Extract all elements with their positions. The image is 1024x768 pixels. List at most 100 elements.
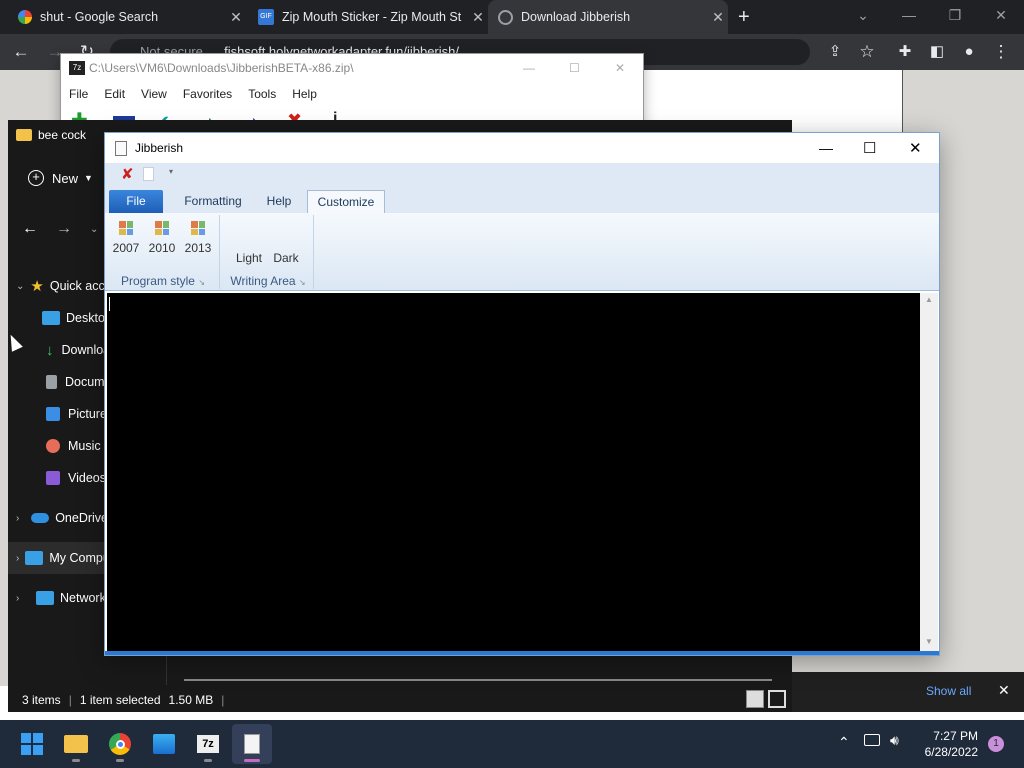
menu-file[interactable]: File <box>69 87 88 101</box>
tab-help[interactable]: Help <box>257 190 301 213</box>
style-2010-button[interactable]: 2010 <box>147 221 177 255</box>
new-label: New <box>52 170 79 186</box>
maximize-icon[interactable]: ☐ <box>569 61 580 75</box>
forward-icon[interactable]: → <box>56 220 72 238</box>
taskbar-jibberish[interactable] <box>232 724 272 764</box>
menu-help[interactable]: Help <box>292 87 317 101</box>
desktop-icon <box>42 311 60 325</box>
close-icon[interactable]: ✕ <box>998 682 1010 699</box>
nav-onedrive[interactable]: › OneDrive <box>8 502 108 534</box>
nav-label: My Computer <box>49 551 108 565</box>
button-label: Dark <box>273 251 299 265</box>
gif-icon: GIF <box>258 9 274 25</box>
scroll-up-icon[interactable]: ▲ <box>925 295 933 304</box>
customize-qat-icon[interactable]: ▾ <box>169 167 173 176</box>
jibberish-window: Jibberish — ☐ ✕ ✘ ▾ File Formatting Help… <box>104 132 940 656</box>
running-indicator <box>244 759 260 762</box>
tiles-view-icon[interactable] <box>768 690 786 708</box>
extensions-icon[interactable]: ✚ <box>890 34 920 70</box>
browser-tab-google[interactable]: shut - Google Search ✕ <box>0 0 246 34</box>
horizontal-scrollbar[interactable] <box>184 679 772 681</box>
explorer-title: bee cock <box>38 128 87 142</box>
taskbar-7zip[interactable]: 7z <box>188 724 228 764</box>
details-view-icon[interactable] <box>746 690 764 708</box>
close-icon[interactable]: ✕ <box>615 61 625 75</box>
chevron-down-icon: ⌄ <box>16 280 25 292</box>
light-button[interactable]: Light <box>231 251 267 265</box>
nav-label: OneDrive <box>55 511 108 525</box>
sevenzip-menubar: File Edit View Favorites Tools Help <box>61 82 643 106</box>
dark-button[interactable]: Dark <box>269 251 303 265</box>
tab-customize[interactable]: Customize <box>307 190 385 213</box>
show-all-link[interactable]: Show all <box>926 684 971 698</box>
menu-edit[interactable]: Edit <box>104 87 125 101</box>
notification-badge[interactable]: 1 <box>988 736 1004 752</box>
clock-date: 6/28/2022 <box>924 745 978 759</box>
nav-my-computer[interactable]: › My Computer <box>8 542 108 574</box>
photos-icon <box>153 734 175 754</box>
vertical-scrollbar[interactable]: ▲ ▼ <box>920 293 938 651</box>
close-icon[interactable]: ✕ <box>909 139 922 157</box>
back-icon[interactable]: ← <box>6 34 36 70</box>
start-button[interactable] <box>12 724 52 764</box>
menu-icon[interactable]: ⋮ <box>986 34 1016 70</box>
style-2007-button[interactable]: 2007 <box>111 221 141 255</box>
jibberish-app-icon <box>244 734 260 754</box>
folder-icon <box>64 735 88 753</box>
group-label-text: Program style <box>120 274 195 288</box>
menu-tools[interactable]: Tools <box>248 87 276 101</box>
back-icon[interactable]: ← <box>22 220 38 238</box>
nav-network[interactable]: › Network <box>8 582 108 614</box>
profile-icon[interactable]: ● <box>954 34 984 70</box>
network-tray-icon[interactable] <box>864 734 880 746</box>
new-tab-button[interactable]: + <box>732 0 762 34</box>
taskbar-photos[interactable] <box>144 724 184 764</box>
recent-locations-icon[interactable]: ⌄ <box>90 224 98 235</box>
browser-tab-zip-mouth[interactable]: GIF Zip Mouth Sticker - Zip Mouth St ✕ <box>248 0 488 34</box>
close-tab-icon[interactable]: ✕ <box>468 9 488 26</box>
minimize-icon[interactable]: — <box>819 140 833 156</box>
scroll-down-icon[interactable]: ▼ <box>925 637 933 646</box>
close-tab-icon[interactable]: ✕ <box>708 9 728 26</box>
window-bottom-accent <box>105 651 939 655</box>
taskbar-chrome[interactable] <box>100 724 140 764</box>
writing-area-group-label: Writing Area ↘ <box>223 273 313 289</box>
close-tab-icon[interactable]: ✕ <box>226 9 246 26</box>
sevenzip-icon: 7z <box>197 735 219 753</box>
new-document-icon[interactable] <box>143 167 154 181</box>
windows-logo-icon <box>21 733 43 755</box>
writing-area[interactable] <box>107 293 920 651</box>
dialog-launcher-icon[interactable]: ↘ <box>299 278 306 287</box>
download-icon: ↓ <box>46 341 54 359</box>
restore-icon[interactable]: ❐ <box>932 0 978 32</box>
side-panel-icon[interactable]: ◧ <box>922 34 952 70</box>
network-icon <box>36 591 54 605</box>
tab-search-icon[interactable]: ⌄ <box>840 0 886 32</box>
close-icon[interactable]: ✕ <box>978 0 1024 32</box>
button-label: 2013 <box>184 241 212 255</box>
document-icon <box>46 375 57 389</box>
bookmark-star-icon[interactable]: ☆ <box>852 34 882 70</box>
tab-title: shut - Google Search <box>40 10 159 24</box>
taskbar-file-explorer[interactable] <box>56 724 96 764</box>
minimize-icon[interactable]: — <box>523 61 535 75</box>
show-hidden-icons-chevron-up-icon[interactable]: ⌃ <box>838 734 850 751</box>
menu-favorites[interactable]: Favorites <box>183 87 232 101</box>
globe-icon <box>498 9 513 25</box>
close-document-icon[interactable]: ✘ <box>121 165 134 183</box>
minimize-icon[interactable]: — <box>886 0 932 32</box>
dialog-launcher-icon[interactable]: ↘ <box>198 278 205 287</box>
share-icon[interactable]: ⇪ <box>820 34 850 70</box>
maximize-icon[interactable]: ☐ <box>863 139 876 157</box>
menu-view[interactable]: View <box>141 87 167 101</box>
browser-tab-jibberish[interactable]: Download Jibberish ✕ <box>488 0 728 34</box>
clock[interactable]: 7:27 PM 6/28/2022 <box>914 728 978 760</box>
nav-quick-access[interactable]: ⌄ ★ Quick access <box>8 270 108 302</box>
tab-file[interactable]: File <box>109 190 163 213</box>
volume-icon[interactable]: 🔊︎ <box>890 732 899 749</box>
new-button[interactable]: + New ▼ <box>28 166 93 190</box>
tab-formatting[interactable]: Formatting <box>177 190 249 213</box>
pictures-icon <box>46 407 60 421</box>
style-2013-button[interactable]: 2013 <box>183 221 213 255</box>
quick-access-toolbar: ✘ ▾ <box>105 163 939 187</box>
